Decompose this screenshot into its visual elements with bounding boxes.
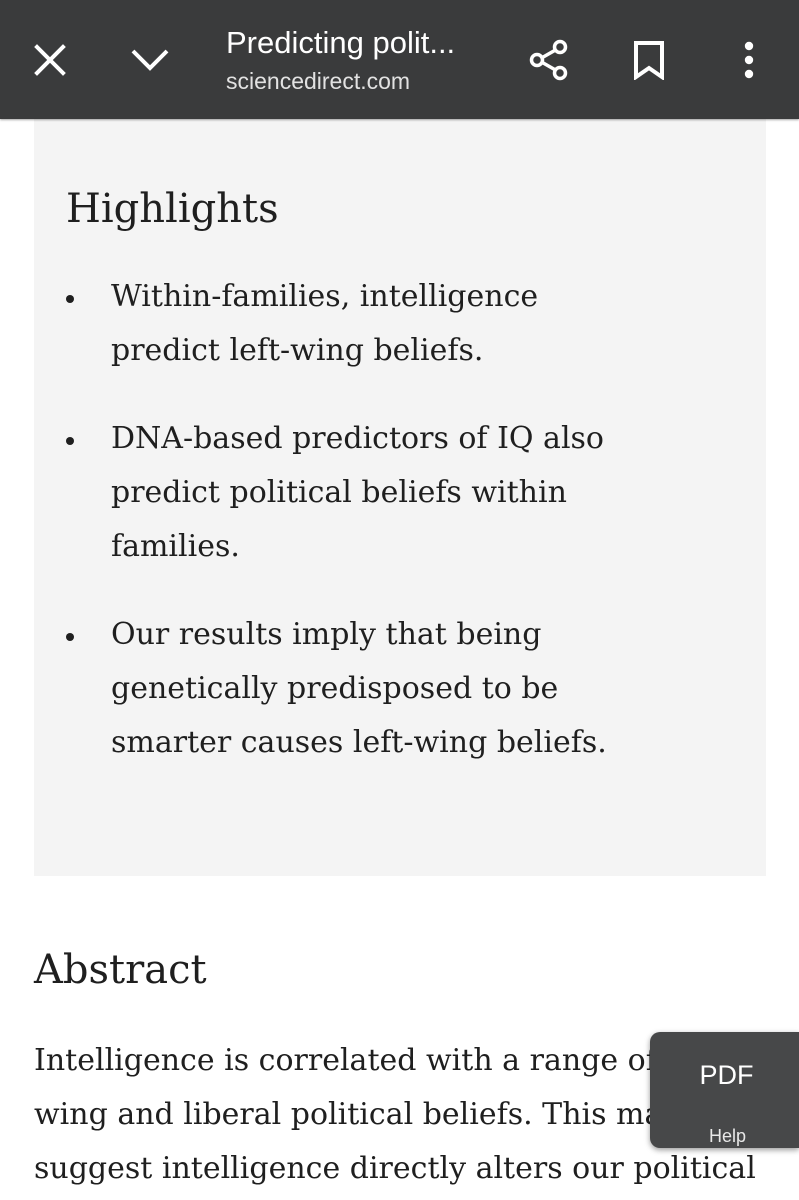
highlight-item: Within-families, intelligence predict le… bbox=[66, 270, 646, 378]
share-icon bbox=[529, 39, 568, 81]
abstract-heading: Abstract bbox=[34, 947, 207, 993]
pdf-button-label: PDF bbox=[699, 1060, 754, 1090]
highlight-text: DNA-based predictors of IQ also predict … bbox=[111, 421, 604, 564]
highlight-item: Our results imply that being genetically… bbox=[66, 608, 646, 770]
close-icon bbox=[34, 44, 66, 76]
bookmark-icon bbox=[634, 41, 664, 80]
chevron-down-icon bbox=[131, 49, 169, 71]
bullet-icon bbox=[66, 437, 74, 445]
page-title: Predicting polit... bbox=[226, 25, 456, 60]
more-vertical-icon bbox=[744, 41, 754, 79]
page-url: sciencedirect.com bbox=[226, 68, 411, 94]
highlights-list: Within-families, intelligence predict le… bbox=[66, 270, 646, 804]
more-options-button[interactable] bbox=[719, 30, 779, 90]
page-title-area[interactable]: Predicting polit... sciencedirect.com bbox=[226, 24, 506, 96]
highlight-item: DNA-based predictors of IQ also predict … bbox=[66, 412, 646, 574]
browser-toolbar: Predicting polit... sciencedirect.com bbox=[0, 0, 799, 119]
minimize-button[interactable] bbox=[120, 30, 180, 90]
bullet-icon bbox=[66, 295, 74, 303]
share-button[interactable] bbox=[519, 30, 579, 90]
help-link[interactable]: Help bbox=[650, 1126, 799, 1147]
bullet-icon bbox=[66, 633, 74, 641]
bookmark-button[interactable] bbox=[619, 30, 679, 90]
close-button[interactable] bbox=[20, 30, 80, 90]
highlight-text: Within-families, intelligence predict le… bbox=[111, 279, 539, 368]
highlight-text: Our results imply that being genetically… bbox=[111, 617, 607, 760]
highlights-heading: Highlights bbox=[66, 186, 279, 232]
